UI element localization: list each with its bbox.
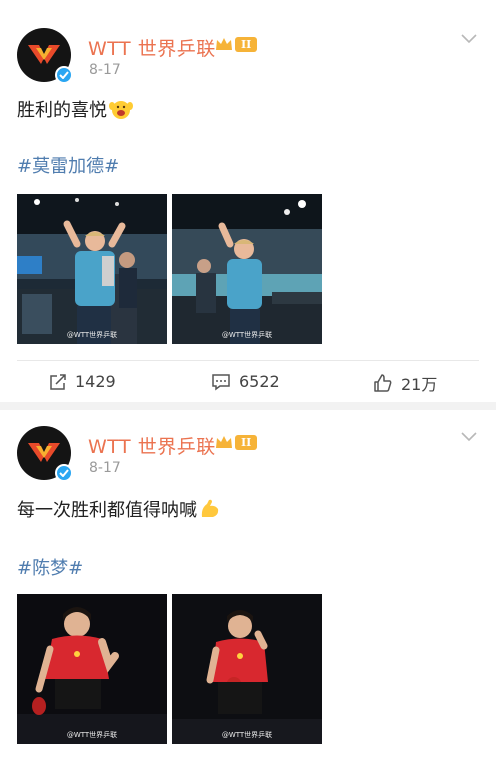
post-text: 每一次胜利都值得呐喊 [17, 496, 221, 525]
topic-link[interactable]: #陈梦# [17, 554, 83, 580]
verified-icon [55, 66, 73, 84]
post-text-body: 每一次胜利都值得呐喊 [17, 500, 197, 521]
post-image-2[interactable]: @WTT世界乒联 [172, 594, 322, 744]
athlete-photo [17, 594, 167, 744]
chevron-down-icon[interactable] [460, 33, 478, 45]
athlete-photo [172, 594, 322, 744]
author-name[interactable]: WTT 世界乒联 [88, 34, 216, 61]
divider [17, 360, 479, 361]
level-badge: II [235, 36, 258, 52]
thumbs-up-icon [374, 374, 392, 392]
like-count: 21万 [401, 375, 438, 394]
image-watermark: @WTT世界乒联 [221, 331, 273, 339]
comment-button[interactable]: 6522 [211, 372, 280, 391]
crown-icon [216, 436, 232, 448]
athlete-photo [172, 194, 322, 344]
weibo-post: WTT 世界乒联 II 8-17 胜利的喜悦 #莫雷加德# @WTT世界乒联 @… [0, 0, 496, 402]
comment-icon [212, 373, 230, 390]
image-watermark: @WTT世界乒联 [66, 331, 118, 339]
weibo-post: WTT 世界乒联 II 8-17 每一次胜利都值得呐喊 #陈梦# @WTT世界乒… [0, 410, 496, 761]
athlete-photo [17, 194, 167, 344]
verified-icon [55, 464, 73, 482]
level-badge: II [235, 434, 258, 450]
cheering-face-emoji [109, 98, 133, 125]
wtt-logo-icon [28, 45, 60, 64]
post-text-body: 胜利的喜悦 [17, 100, 107, 121]
crown-icon [216, 38, 232, 50]
avatar[interactable] [17, 426, 73, 482]
badges: II [215, 434, 258, 450]
post-text: 胜利的喜悦 [17, 96, 133, 125]
image-watermark: @WTT世界乒联 [66, 731, 118, 739]
repost-button[interactable]: 1429 [49, 372, 116, 391]
post-image-1[interactable]: @WTT世界乒联 [17, 594, 167, 744]
post-time: 8-17 [89, 62, 121, 78]
badges: II [215, 36, 258, 52]
avatar[interactable] [17, 28, 73, 84]
author-name[interactable]: WTT 世界乒联 [88, 432, 216, 459]
wtt-logo-icon [28, 443, 60, 462]
image-watermark: @WTT世界乒联 [221, 731, 273, 739]
post-image-2[interactable]: @WTT世界乒联 [172, 194, 322, 344]
post-time: 8-17 [89, 460, 121, 476]
repost-icon [50, 373, 66, 390]
post-image-1[interactable]: @WTT世界乒联 [17, 194, 167, 344]
topic-link[interactable]: #莫雷加德# [17, 152, 119, 178]
repost-count: 1429 [75, 372, 116, 391]
like-button[interactable]: 21万 [373, 371, 437, 395]
comment-count: 6522 [239, 372, 280, 391]
chevron-down-icon[interactable] [460, 431, 478, 443]
flexed-biceps-emoji [199, 498, 221, 525]
